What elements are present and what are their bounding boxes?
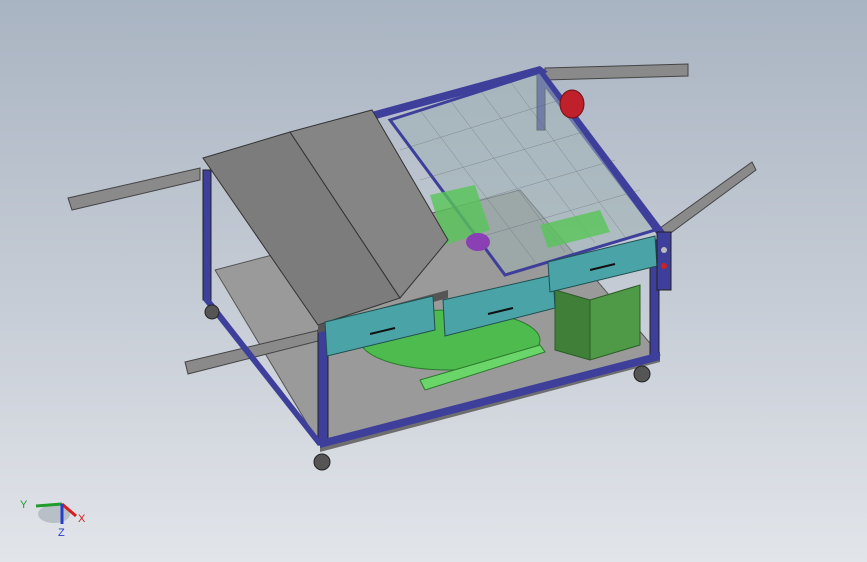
control-button-1 [661, 247, 667, 253]
control-panel [656, 231, 672, 291]
z-axis-label: Z [58, 527, 65, 539]
control-button-2 [661, 263, 667, 269]
x-axis-label: X [78, 513, 86, 525]
motor [559, 89, 585, 119]
cad-viewport[interactable]: Y X Z [0, 0, 867, 562]
workbench-model[interactable] [0, 0, 867, 562]
purple-part [466, 233, 490, 251]
y-axis-label: Y [20, 499, 28, 511]
electrical-box-side [554, 289, 591, 361]
axis-triad: Y X Z [20, 499, 86, 539]
y-axis-arrow [35, 502, 63, 508]
